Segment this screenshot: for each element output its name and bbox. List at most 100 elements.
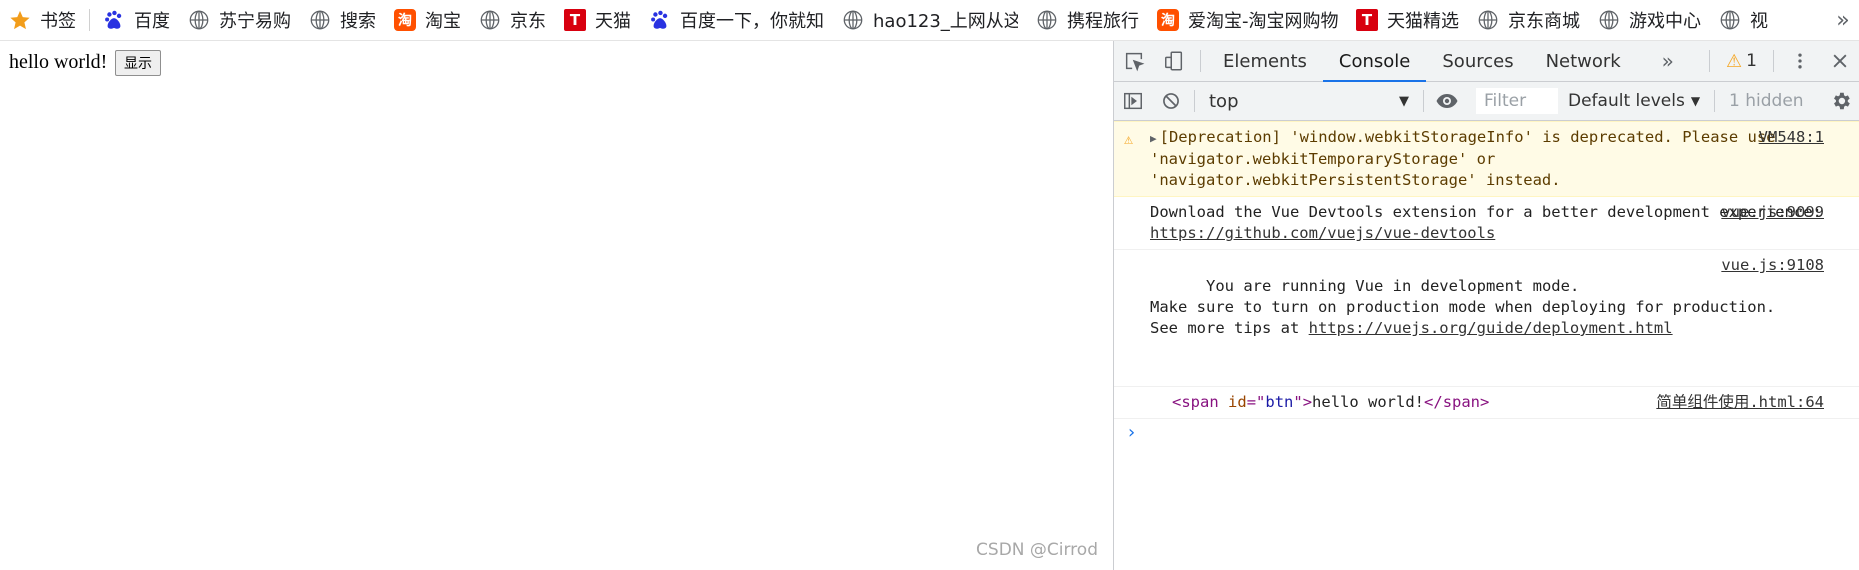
- toolbar-separator: [1423, 90, 1424, 112]
- eye-icon: [1436, 94, 1458, 108]
- clear-console-button[interactable]: [1152, 82, 1190, 120]
- toolbar-separator: [1714, 90, 1716, 112]
- clear-icon: [1163, 93, 1179, 109]
- bookmark-search[interactable]: 搜索: [300, 0, 385, 40]
- element-close-tag: </span>: [1424, 393, 1490, 411]
- expand-triangle-icon[interactable]: ▶: [1150, 132, 1157, 145]
- globe-icon: [188, 9, 210, 31]
- bookmark-baidu-search[interactable]: 百度一下，你就知: [640, 0, 833, 40]
- log-levels-dropdown[interactable]: Default levels ▼: [1558, 91, 1710, 111]
- console-settings-button[interactable]: [1822, 82, 1859, 120]
- attribute-name: id: [1228, 393, 1247, 411]
- console-message-warning[interactable]: ⚠ ▶ [Deprecation] 'window.webkitStorageIn…: [1114, 121, 1859, 197]
- device-icon: [1165, 51, 1183, 71]
- bookmarks-overflow-button[interactable]: »: [1827, 0, 1859, 40]
- bookmark-label: 淘宝: [425, 11, 461, 32]
- tab-network[interactable]: Network: [1530, 41, 1637, 81]
- bookmark-jd-mall[interactable]: 京东商城: [1468, 0, 1589, 40]
- console-message-log[interactable]: You are running Vue in development mode.…: [1114, 250, 1859, 387]
- toolbar-separator: [1194, 90, 1195, 112]
- javascript-context-select[interactable]: top ▼: [1199, 91, 1419, 112]
- bookmark-separator: [89, 9, 90, 31]
- bookmark-tmall[interactable]: T 天猫: [555, 0, 640, 40]
- tab-separator: [1200, 50, 1201, 72]
- dropdown-caret-icon: ▼: [1399, 93, 1409, 109]
- levels-label: Default levels: [1568, 91, 1685, 111]
- tag-name: span: [1442, 393, 1481, 411]
- page-content: hello world! 显示 CSDN @Cirrod: [0, 41, 1112, 570]
- bookmark-suning[interactable]: 苏宁易购: [179, 0, 300, 40]
- bookmark-taobao[interactable]: 淘 淘宝: [385, 0, 470, 40]
- message-text: [Deprecation] 'window.webkitStorageInfo'…: [1150, 128, 1776, 189]
- tmall-icon: T: [1356, 9, 1378, 31]
- taobao-icon: 淘: [1157, 9, 1179, 31]
- console-output: ⚠ ▶ [Deprecation] 'window.webkitStorageIn…: [1114, 121, 1859, 570]
- globe-icon: [1719, 9, 1741, 31]
- message-source-link[interactable]: vue.js:9099: [1721, 202, 1824, 223]
- bookmark-baidu[interactable]: 百度: [94, 0, 179, 40]
- element-open-tag[interactable]: <span id="btn">: [1172, 393, 1312, 411]
- bookmark-jd[interactable]: 京东: [470, 0, 555, 40]
- bookmark-bookmarks[interactable]: 书签: [0, 0, 85, 40]
- bookmark-ctrip[interactable]: 携程旅行: [1027, 0, 1148, 40]
- message-source-link[interactable]: 简单组件使用.html:64: [1656, 392, 1824, 413]
- live-expression-button[interactable]: [1428, 82, 1466, 120]
- bookmark-label: 携程旅行: [1067, 11, 1139, 32]
- globe-icon: [309, 9, 331, 31]
- globe-icon: [842, 9, 864, 31]
- console-message-element[interactable]: <span id="btn">hello world!</span> 简单组件使…: [1114, 387, 1859, 419]
- bookmark-tmall-select[interactable]: T 天猫精选: [1347, 0, 1468, 40]
- bookmark-label: 天猫精选: [1387, 11, 1459, 32]
- bookmark-label: 百度一下，你就知: [680, 11, 824, 32]
- tag-name: span: [1181, 393, 1219, 411]
- close-devtools-button[interactable]: [1820, 41, 1859, 81]
- inspect-icon: [1125, 52, 1145, 72]
- devtools-tab-bar: Elements Console Sources Network » ⚠ 1: [1114, 41, 1859, 82]
- hidden-messages-count[interactable]: 1 hidden: [1719, 91, 1814, 111]
- dropdown-caret-icon: ▼: [1690, 94, 1701, 108]
- message-link[interactable]: https://vuejs.org/guide/deployment.html: [1309, 319, 1673, 337]
- close-icon: [1833, 54, 1847, 68]
- bookmark-label: 搜索: [340, 11, 376, 32]
- console-prompt-row[interactable]: ›: [1114, 419, 1859, 449]
- tab-separator: [1773, 50, 1774, 72]
- filter-input[interactable]: [1476, 88, 1558, 114]
- bookmark-label: 游戏中心: [1629, 11, 1701, 32]
- inspect-element-button[interactable]: [1114, 41, 1154, 81]
- attribute-value: btn: [1265, 393, 1294, 411]
- element-inner-text: hello world!: [1312, 393, 1425, 411]
- tab-separator: [1709, 50, 1711, 72]
- devtools-panel: Elements Console Sources Network » ⚠ 1 t…: [1113, 41, 1859, 570]
- show-button[interactable]: 显示: [115, 50, 161, 76]
- tab-sources[interactable]: Sources: [1426, 41, 1529, 81]
- context-value: top: [1209, 90, 1239, 112]
- bookmark-hao123[interactable]: hao123_上网从这: [833, 0, 1027, 40]
- bookmark-label: 视: [1750, 11, 1768, 32]
- console-message-log[interactable]: Download the Vue Devtools extension for …: [1114, 197, 1859, 250]
- message-source-link[interactable]: VM548:1: [1759, 127, 1824, 148]
- show-sidebar-button[interactable]: [1114, 82, 1152, 120]
- bookmark-game-center[interactable]: 游戏中心: [1589, 0, 1710, 40]
- more-tabs-button[interactable]: »: [1637, 41, 1699, 81]
- bookmark-label: 书签: [40, 11, 76, 32]
- csdn-watermark: CSDN @Cirrod: [976, 540, 1098, 560]
- device-toolbar-button[interactable]: [1154, 41, 1194, 81]
- hello-text: hello world!: [9, 51, 108, 73]
- warnings-counter[interactable]: ⚠ 1: [1716, 41, 1767, 81]
- bookmark-label: 京东商城: [1508, 11, 1580, 32]
- globe-icon: [1598, 9, 1620, 31]
- warning-icon: ⚠: [1124, 130, 1134, 148]
- tab-console[interactable]: Console: [1322, 41, 1427, 82]
- globe-icon: [479, 9, 501, 31]
- warning-count: 1: [1746, 51, 1757, 71]
- bookmark-aitaobao[interactable]: 淘 爱淘宝-淘宝网购物: [1148, 0, 1347, 40]
- bookmark-label: 京东: [510, 11, 546, 32]
- tab-elements[interactable]: Elements: [1207, 41, 1323, 81]
- customize-menu-button[interactable]: [1780, 41, 1820, 81]
- bookmark-video[interactable]: 视: [1710, 0, 1777, 40]
- console-toolbar: top ▼ Default levels ▼ 1 hidden: [1114, 82, 1859, 121]
- star-icon: [9, 9, 31, 31]
- message-link[interactable]: https://github.com/vuejs/vue-devtools: [1150, 224, 1495, 242]
- bookmark-label: 天猫: [595, 11, 631, 32]
- message-source-link[interactable]: vue.js:9108: [1721, 255, 1824, 276]
